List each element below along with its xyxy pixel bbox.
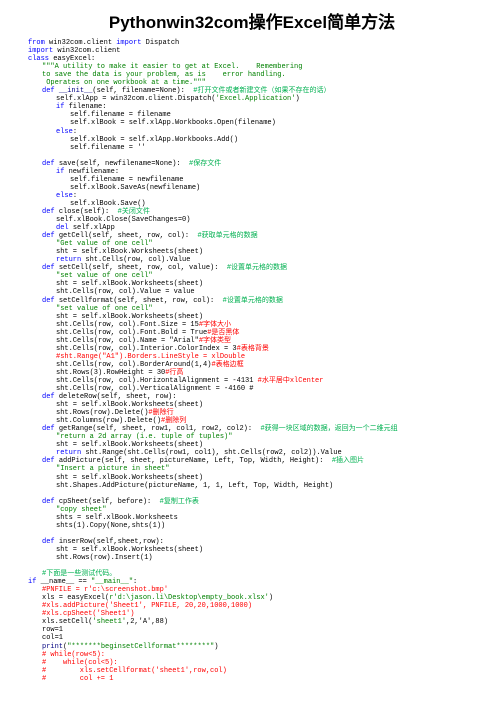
code-line: "copy sheet" — [28, 506, 504, 514]
code-line: class easyExcel: — [28, 55, 504, 63]
code-line: sht.Cells(row, col).BorderAround(1,4)#表格… — [28, 361, 504, 369]
code-line: def close(self): #关闭文件 — [28, 208, 504, 216]
code-line: shts(1).Copy(None,shts(1)) — [28, 522, 504, 530]
code-line: def __init__(self, filename=None): #打开文件… — [28, 87, 504, 95]
code-line — [28, 490, 504, 498]
code-line: sht.Shapes.AddPicture(pictureName, 1, 1,… — [28, 482, 504, 490]
code-line: "return a 2d array (i.e. tuple of tuples… — [28, 433, 504, 441]
code-line: # while(row<5): — [28, 651, 504, 659]
code-line: xls = easyExcel(r'd:\jason.li\Desktop\em… — [28, 594, 504, 602]
code-line: self.xlBook.SaveAs(newfilename) — [28, 184, 504, 192]
code-line: row=1 — [28, 626, 504, 634]
code-line: self.filename = '' — [28, 144, 504, 152]
code-line: sht.Rows(row).Insert(1) — [28, 554, 504, 562]
code-line: print("*******beginsetCellformat********… — [28, 643, 504, 651]
code-line: if __name__ == "__main__": — [28, 578, 504, 586]
code-line: self.xlBook.Close(SaveChanges=0) — [28, 216, 504, 224]
code-line — [28, 530, 504, 538]
code-line: def setCell(self, sheet, row, col, value… — [28, 264, 504, 272]
code-line: self.xlApp = win32com.client.Dispatch('E… — [28, 95, 504, 103]
code-line: to save the data is your problem, as is … — [28, 71, 504, 79]
code-line: if filename: — [28, 103, 504, 111]
code-line: # while(col<5): — [28, 659, 504, 667]
code-line: def inserRow(self,sheet,row): — [28, 538, 504, 546]
code-line: def setCellformat(self, sheet, row, col)… — [28, 297, 504, 305]
code-line: #sht.Range("A1").Borders.LineStyle = xlD… — [28, 353, 504, 361]
code-line: col=1 — [28, 634, 504, 642]
code-line: if newfilename: — [28, 168, 504, 176]
code-line: # col += 1 — [28, 675, 504, 683]
code-block: from win32com.client import Dispatchimpo… — [0, 39, 504, 683]
code-line: else: — [28, 128, 504, 136]
code-line: sht.Cells(row, col).Name = "Arial"#字体类型 — [28, 337, 504, 345]
code-line: """A utility to make it easier to get at… — [28, 63, 504, 71]
code-line: "Insert a picture in sheet" — [28, 465, 504, 473]
code-line: sht.Rows(row).Delete()#删除行 — [28, 409, 504, 417]
code-line: self.xlBook.Save() — [28, 200, 504, 208]
code-line: #xls.addPicture('Sheet1', PNFILE, 20,20,… — [28, 602, 504, 610]
code-line: self.filename = newfilename — [28, 176, 504, 184]
code-line: sht = self.xlBook.Worksheets(sheet) — [28, 441, 504, 449]
code-line: def addPicture(self, sheet, pictureName,… — [28, 457, 504, 465]
code-line: def getRange(self, sheet, row1, col1, ro… — [28, 425, 504, 433]
code-line: sht = self.xlBook.Worksheets(sheet) — [28, 313, 504, 321]
code-line: "set value of one cell" — [28, 272, 504, 280]
code-line: from win32com.client import Dispatch — [28, 39, 504, 47]
code-line — [28, 562, 504, 570]
code-line: else: — [28, 192, 504, 200]
code-line: self.filename = filename — [28, 111, 504, 119]
code-line: sht = self.xlBook.Worksheets(sheet) — [28, 546, 504, 554]
code-line: sht = self.xlBook.Worksheets(sheet) — [28, 280, 504, 288]
code-line: # xls.setCellformat('sheet1',row,col) — [28, 667, 504, 675]
code-line: "set value of one cell" — [28, 305, 504, 313]
code-line: sht = self.xlBook.Worksheets(sheet) — [28, 401, 504, 409]
code-line: sht.Cells(row, col).Interior.ColorIndex … — [28, 345, 504, 353]
code-line: sht.Cells(row, col).Font.Bold = True#是否黑… — [28, 329, 504, 337]
code-line: self.xlBook = self.xlApp.Workbooks.Open(… — [28, 119, 504, 127]
code-line: del self.xlApp — [28, 224, 504, 232]
code-line: self.xlBook = self.xlApp.Workbooks.Add() — [28, 136, 504, 144]
code-line: "Get value of one cell" — [28, 240, 504, 248]
code-line: #下面是一些测试代码。 — [28, 570, 504, 578]
code-line: xls.setCell('sheet1',2,'A',88) — [28, 618, 504, 626]
code-line: def deleteRow(self, sheet, row): — [28, 393, 504, 401]
code-line: def save(self, newfilename=None): #保存文件 — [28, 160, 504, 168]
code-line: def cpSheet(self, before): #复制工作表 — [28, 498, 504, 506]
code-line: sht.Cells(row, col).Value = value — [28, 288, 504, 296]
code-line: sht.Rows(3).RowHeight = 30#行高 — [28, 369, 504, 377]
code-line: shts = self.xlBook.Worksheets — [28, 514, 504, 522]
code-line: sht = self.xlBook.Worksheets(sheet) — [28, 474, 504, 482]
code-line: #xls.cpSheet('Sheet1') — [28, 610, 504, 618]
code-line — [28, 152, 504, 160]
code-line: import win32com.client — [28, 47, 504, 55]
code-line: sht = self.xlBook.Worksheets(sheet) — [28, 248, 504, 256]
page-title: Pythonwin32com操作Excel简单方法 — [0, 0, 504, 39]
code-line: #PNFILE = r'c:\screenshot.bmp' — [28, 586, 504, 594]
code-line: sht.Cells(row, col).Font.Size = 15#字体大小 — [28, 321, 504, 329]
code-line: sht.Cells(row, col).HorizontalAlignment … — [28, 377, 504, 385]
code-line: sht.Cells(row, col).VerticalAlignment = … — [28, 385, 504, 393]
code-line: def getCell(self, sheet, row, col): #获取单… — [28, 232, 504, 240]
